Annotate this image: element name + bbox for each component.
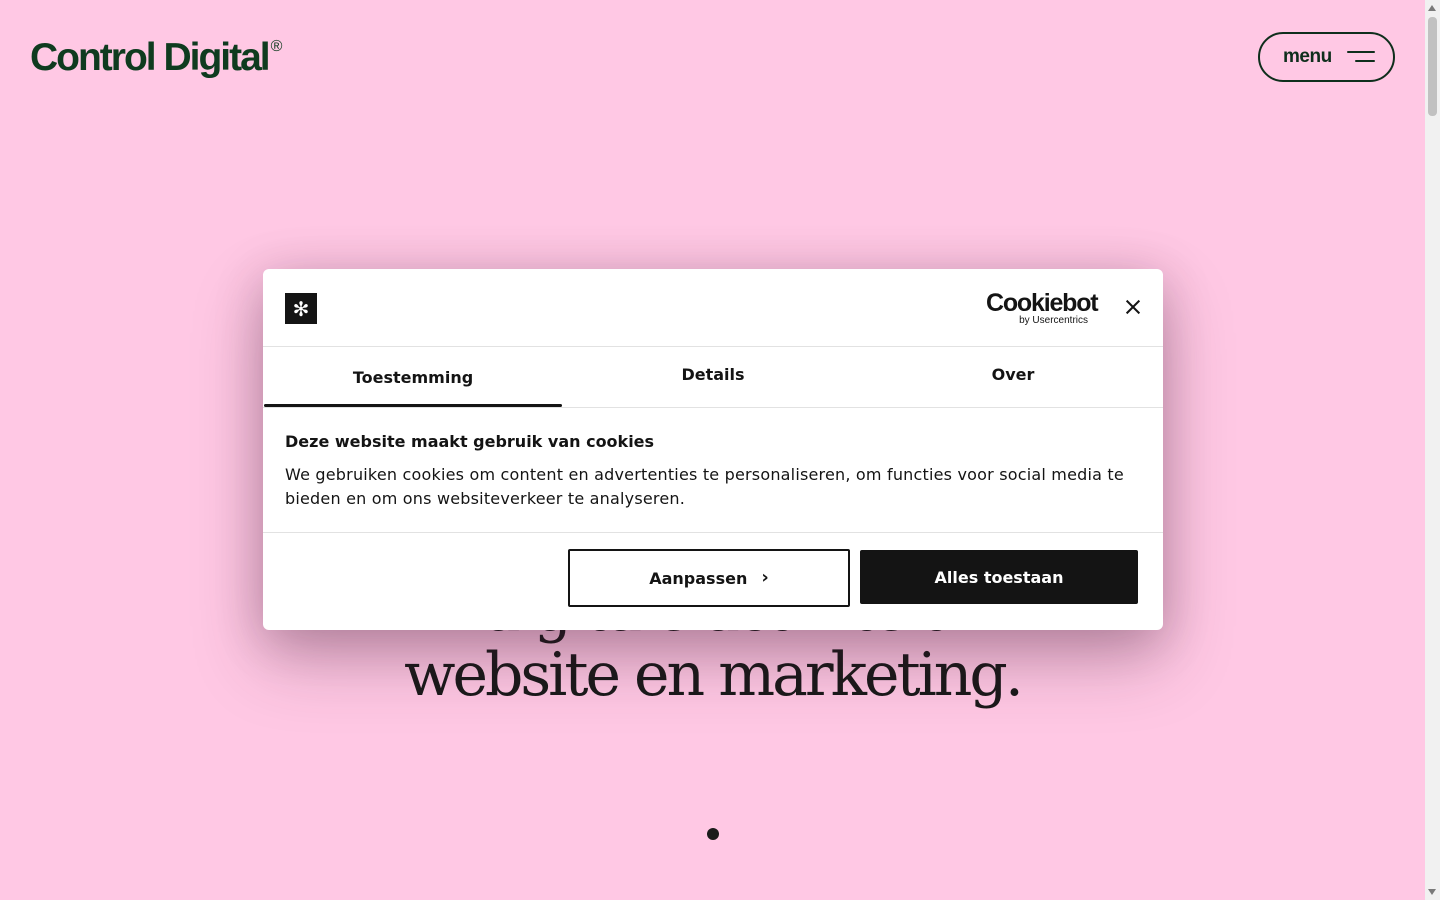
tab-label: Details [681,365,745,384]
hamburger-icon [1345,49,1375,65]
dialog-description: We gebruiken cookies om content en adver… [285,465,1124,508]
cookiebot-logo[interactable]: Cookiebot by Usercentrics [986,289,1099,326]
page: Control Digital ® menu digitale activite… [0,0,1425,900]
menu-label: menu [1283,46,1332,67]
tab-toestemming[interactable]: Toestemming [263,347,563,407]
dialog-footer: Aanpassen › Alles toestaan [263,532,1163,630]
dialog-title: Deze website maakt gebruik van cookies [285,432,655,451]
page-scrollbar[interactable] [1425,0,1440,900]
scroll-up-arrow-icon[interactable] [1428,5,1436,11]
tab-details[interactable]: Details [563,347,863,407]
tab-label: Toestemming [352,368,474,387]
allow-all-button[interactable]: Alles toestaan [860,550,1138,604]
logo-text: Control Digital [30,36,271,79]
allow-all-label: Alles toestaan [934,567,1064,587]
registered-mark: ® [270,38,283,55]
menu-button[interactable]: menu [1258,32,1395,82]
scroll-indicator-dot [707,828,719,840]
brand-asterisk-icon: ✻ [285,293,317,324]
cookiebot-byline: by Usercentrics [1019,315,1088,326]
customize-button[interactable]: Aanpassen › [568,549,850,607]
chevron-right-icon: › [761,567,769,588]
hero-headline-line-2: website en marketing. [404,640,1024,710]
dialog-header: ✻ Cookiebot by Usercentrics [263,269,1163,347]
logo[interactable]: Control Digital ® [30,36,282,80]
tab-over[interactable]: Over [863,347,1163,407]
cookiebot-wordmark: Cookiebot [986,289,1099,317]
cookie-consent-dialog: ✻ Cookiebot by Usercentrics Toestemming … [263,269,1163,630]
customize-label: Aanpassen [649,568,748,588]
scroll-down-arrow-icon[interactable] [1428,889,1436,895]
dialog-body: Deze website maakt gebruik van cookies W… [285,432,1135,511]
close-icon[interactable] [1123,297,1143,317]
tab-label: Over [991,365,1035,384]
dialog-tabs: Toestemming Details Over [263,347,1163,408]
scrollbar-thumb[interactable] [1428,17,1437,116]
